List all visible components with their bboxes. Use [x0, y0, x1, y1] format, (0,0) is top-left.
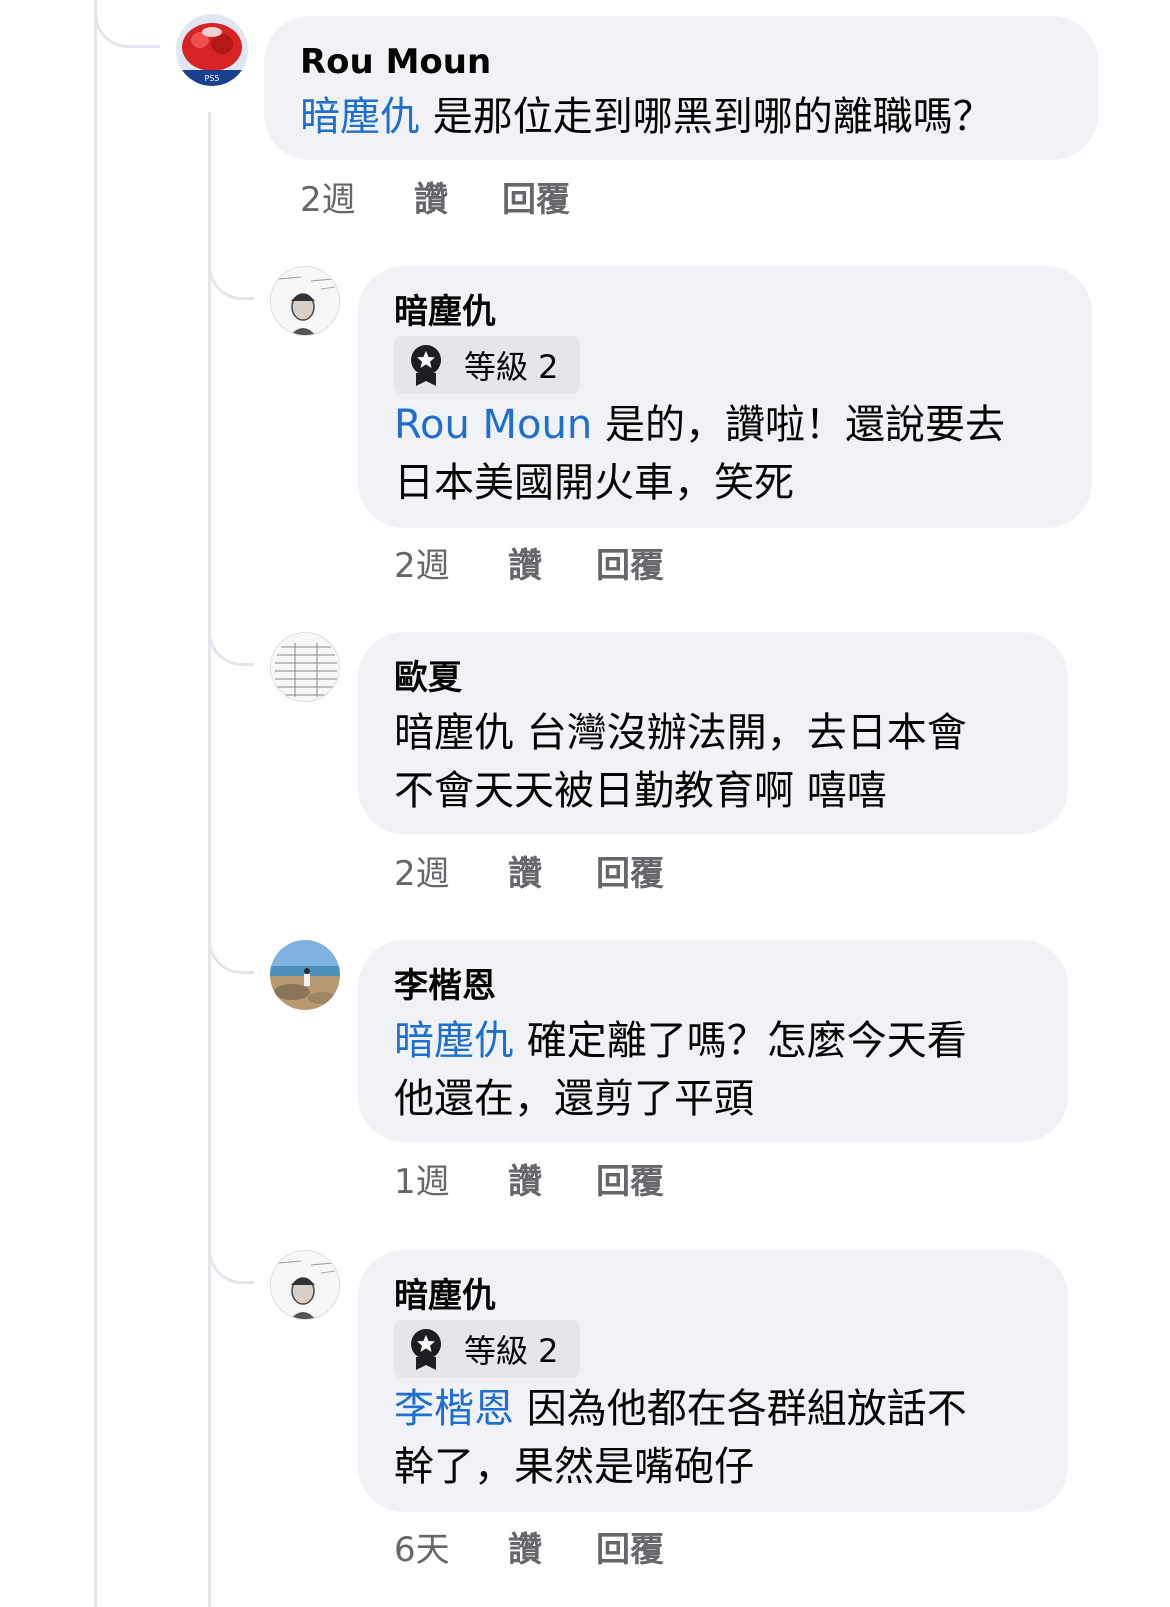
comment-timestamp[interactable]: 2週 [394, 546, 450, 586]
mention-link[interactable]: 暗塵仇 [394, 1018, 514, 1064]
comment-text-line: 不會天天被日勤教育啊 嘻嘻 [394, 768, 887, 814]
comment-author[interactable]: 李楷恩 [394, 966, 496, 1006]
comment-timestamp[interactable]: 2週 [300, 180, 356, 220]
reply-button[interactable]: 回覆 [596, 1162, 664, 1202]
comment-text: 幹了，果然是嘴砲仔 [394, 1438, 754, 1496]
svg-text:PS5: PS5 [205, 74, 220, 83]
comment-author[interactable]: 暗塵仇 [394, 292, 496, 332]
thread-connector [208, 248, 254, 300]
level-badge[interactable]: 等級 2 [394, 336, 580, 394]
comment-text-line: 幹了，果然是嘴砲仔 [394, 1444, 754, 1490]
avatar[interactable] [270, 266, 340, 336]
comment-text-line: 是的，讚啦！還說要去 [592, 402, 1005, 448]
star-medal-icon [406, 343, 446, 387]
reply-button[interactable]: 回覆 [596, 546, 664, 586]
like-button[interactable]: 讚 [414, 180, 448, 220]
comment-timestamp[interactable]: 6天 [394, 1530, 450, 1570]
comment-text-line: 因為他都在各群組放話不 [514, 1386, 967, 1432]
comment-text-line: 他還在，還剪了平頭 [394, 1076, 754, 1122]
outer-thread-line [94, 0, 97, 1607]
comment-text: 不會天天被日勤教育啊 嘻嘻 [394, 762, 887, 820]
avatar[interactable]: PS5 [176, 14, 248, 86]
thread-connector [208, 922, 254, 974]
reply-button[interactable]: 回覆 [596, 1530, 664, 1570]
thread-connector [208, 1232, 254, 1284]
comment-text-line: 日本美國開火車，笑死 [394, 460, 794, 506]
comment-text: 他還在，還剪了平頭 [394, 1070, 754, 1128]
comment-text: 暗塵仇 確定離了嗎？怎麼今天看 [394, 1012, 967, 1070]
avatar[interactable] [270, 632, 340, 702]
comment-author[interactable]: Rou Moun [300, 42, 491, 82]
reply-thread-line [208, 112, 211, 1607]
comment-timestamp[interactable]: 1週 [394, 1162, 450, 1202]
comment-text-line: 確定離了嗎？怎麼今天看 [514, 1018, 967, 1064]
reply-button[interactable]: 回覆 [502, 180, 570, 220]
comment-text-line: 暗塵仇 台灣沒辦法開，去日本會 [394, 710, 967, 756]
comment-text-line: 是那位走到哪黑到哪的離職嗎？ [420, 94, 993, 140]
avatar[interactable] [270, 940, 340, 1010]
star-medal-icon [406, 1327, 446, 1371]
avatar[interactable] [270, 1250, 340, 1320]
comment-text: 日本美國開火車，笑死 [394, 454, 794, 512]
badge-label: 等級 2 [464, 1332, 559, 1370]
like-button[interactable]: 讚 [508, 1162, 542, 1202]
comment-author[interactable]: 暗塵仇 [394, 1276, 496, 1316]
mention-link[interactable]: 暗塵仇 [300, 94, 420, 140]
like-button[interactable]: 讚 [508, 854, 542, 894]
comment-timestamp[interactable]: 2週 [394, 854, 450, 894]
comment-text: Rou Moun 是的，讚啦！還說要去 [394, 396, 1005, 454]
mention-link[interactable]: Rou Moun [394, 402, 592, 448]
comment-text: 暗塵仇 台灣沒辦法開，去日本會 [394, 704, 967, 762]
like-button[interactable]: 讚 [508, 546, 542, 586]
comment-text: 李楷恩 因為他都在各群組放話不 [394, 1380, 967, 1438]
like-button[interactable]: 讚 [508, 1530, 542, 1570]
comment-text: 暗塵仇 是那位走到哪黑到哪的離職嗎？ [300, 88, 993, 146]
reply-button[interactable]: 回覆 [596, 854, 664, 894]
thread-connector [94, 0, 160, 48]
badge-label: 等級 2 [464, 348, 559, 386]
comment-author[interactable]: 歐夏 [394, 658, 462, 698]
thread-connector [208, 614, 254, 666]
level-badge[interactable]: 等級 2 [394, 1320, 580, 1378]
mention-link[interactable]: 李楷恩 [394, 1386, 514, 1432]
